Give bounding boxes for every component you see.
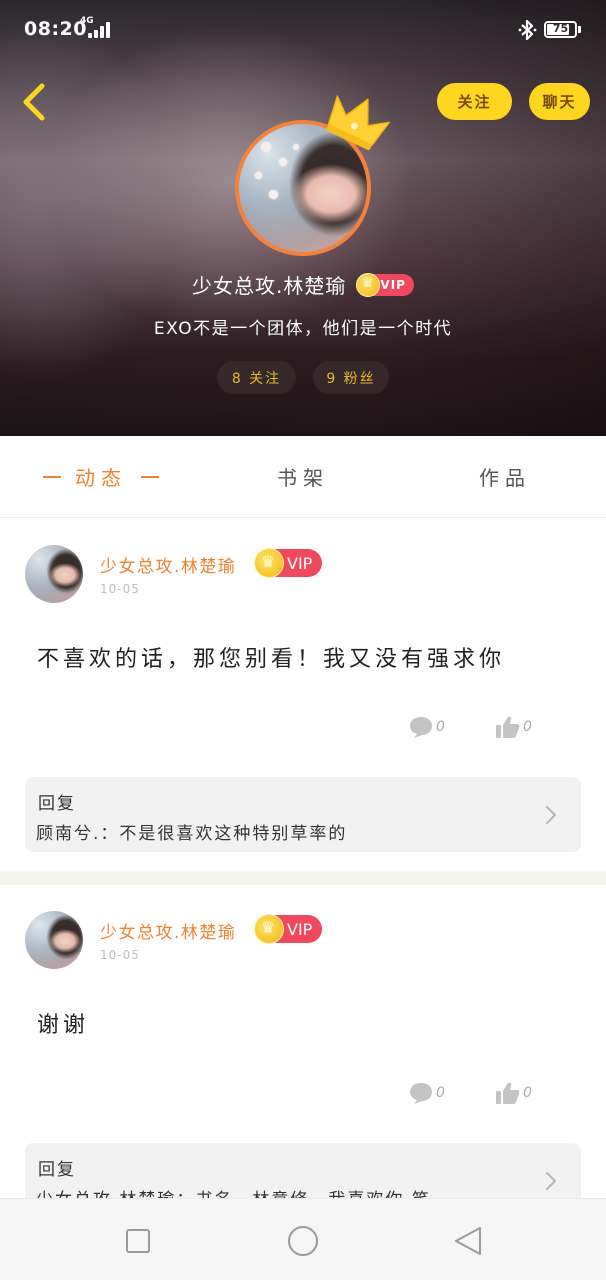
signal-icon xyxy=(88,22,112,38)
vip-badge: VIP xyxy=(254,548,323,578)
tab-works[interactable]: 作品 xyxy=(404,436,606,517)
comment-icon xyxy=(410,717,432,738)
feed-divider xyxy=(0,871,606,885)
follow-button[interactable]: 关注 xyxy=(437,83,512,120)
vip-label: VIP xyxy=(287,919,313,939)
tab-activity-label: 动态 xyxy=(75,466,127,490)
reply-label: 回复 xyxy=(38,1160,76,1180)
profile-tabs: 动态 书架 作品 xyxy=(0,436,606,518)
status-time: 08:20 xyxy=(24,18,87,40)
reply-text: 顾南兮.：不是很喜欢这种特别草率的 xyxy=(36,824,348,844)
comment-count: 0 xyxy=(436,719,445,735)
tab-activity[interactable]: 动态 xyxy=(0,436,202,517)
profile-banner: 08:20 4G 75 关注 聊天 少女总攻.林楚瑜 ♛ VIP EXO不是一个… xyxy=(0,0,606,436)
circle-icon[interactable] xyxy=(283,1221,323,1261)
post-date: 10-05 xyxy=(100,948,140,962)
tab-bookshelf[interactable]: 书架 xyxy=(202,436,404,517)
like-count: 0 xyxy=(523,719,532,735)
vip-label: VIP xyxy=(287,553,313,573)
post-author[interactable]: 少女总攻.林楚瑜 xyxy=(100,552,236,577)
profile-name-row: 少女总攻.林楚瑜 VIP xyxy=(0,270,606,299)
post-date: 10-05 xyxy=(100,582,140,596)
thumbs-up-icon xyxy=(496,1082,520,1104)
comment-count: 0 xyxy=(436,1085,445,1101)
profile-username: 少女总攻.林楚瑜 xyxy=(192,274,347,298)
avatar[interactable] xyxy=(25,545,83,603)
tab-works-label: 作品 xyxy=(479,466,531,490)
comment-button[interactable]: 0 xyxy=(408,715,445,739)
vip-badge: VIP xyxy=(356,272,414,297)
crown-icon xyxy=(326,95,390,151)
battery-level: 75 xyxy=(552,22,569,35)
chevron-right-icon xyxy=(546,806,556,824)
avatar[interactable] xyxy=(25,911,83,969)
following-count[interactable]: 8 关注 xyxy=(217,361,296,394)
post-content: 不喜欢的话，那您别看！我又没有强求你 xyxy=(37,647,506,672)
like-count: 0 xyxy=(523,1085,532,1101)
status-bar: 08:20 4G 75 xyxy=(0,0,606,44)
system-nav-bar xyxy=(0,1198,606,1280)
fans-count[interactable]: 9 粉丝 xyxy=(313,361,389,394)
post-content: 谢谢 xyxy=(37,1013,90,1038)
vip-crown-icon xyxy=(356,272,381,297)
thumbs-up-icon xyxy=(496,716,520,738)
reply-preview[interactable]: 回复 顾南兮.：不是很喜欢这种特别草率的 xyxy=(25,777,581,852)
comment-icon xyxy=(410,1083,432,1104)
square-icon[interactable] xyxy=(118,1221,158,1261)
reply-label: 回复 xyxy=(38,794,76,814)
triangle-back-icon[interactable] xyxy=(448,1221,488,1261)
vip-crown-icon xyxy=(254,914,284,944)
post-card: 少女总攻.林楚瑜 VIP 10-05 不喜欢的话，那您别看！我又没有强求你 0 … xyxy=(0,519,606,871)
vip-label: VIP xyxy=(380,277,406,292)
post-actions: 0 0 xyxy=(0,1081,606,1111)
like-button[interactable]: 0 xyxy=(495,715,532,739)
post-actions: 0 0 xyxy=(0,715,606,745)
comment-button[interactable]: 0 xyxy=(408,1081,445,1105)
battery-icon: 75 xyxy=(544,21,577,38)
tab-bookshelf-label: 书架 xyxy=(277,466,329,490)
profile-bio: EXO不是一个团体，他们是一个时代 xyxy=(153,319,453,339)
activity-feed: 少女总攻.林楚瑜 VIP 10-05 不喜欢的话，那您别看！我又没有强求你 0 … xyxy=(0,519,606,1280)
chat-button[interactable]: 聊天 xyxy=(529,83,590,120)
vip-crown-icon xyxy=(254,548,284,578)
like-button[interactable]: 0 xyxy=(495,1081,532,1105)
post-author[interactable]: 少女总攻.林楚瑜 xyxy=(100,918,236,943)
back-arrow-icon[interactable] xyxy=(14,80,54,124)
chevron-right-icon xyxy=(546,1172,556,1190)
vip-badge: VIP xyxy=(254,914,323,944)
bluetooth-icon xyxy=(518,19,537,41)
